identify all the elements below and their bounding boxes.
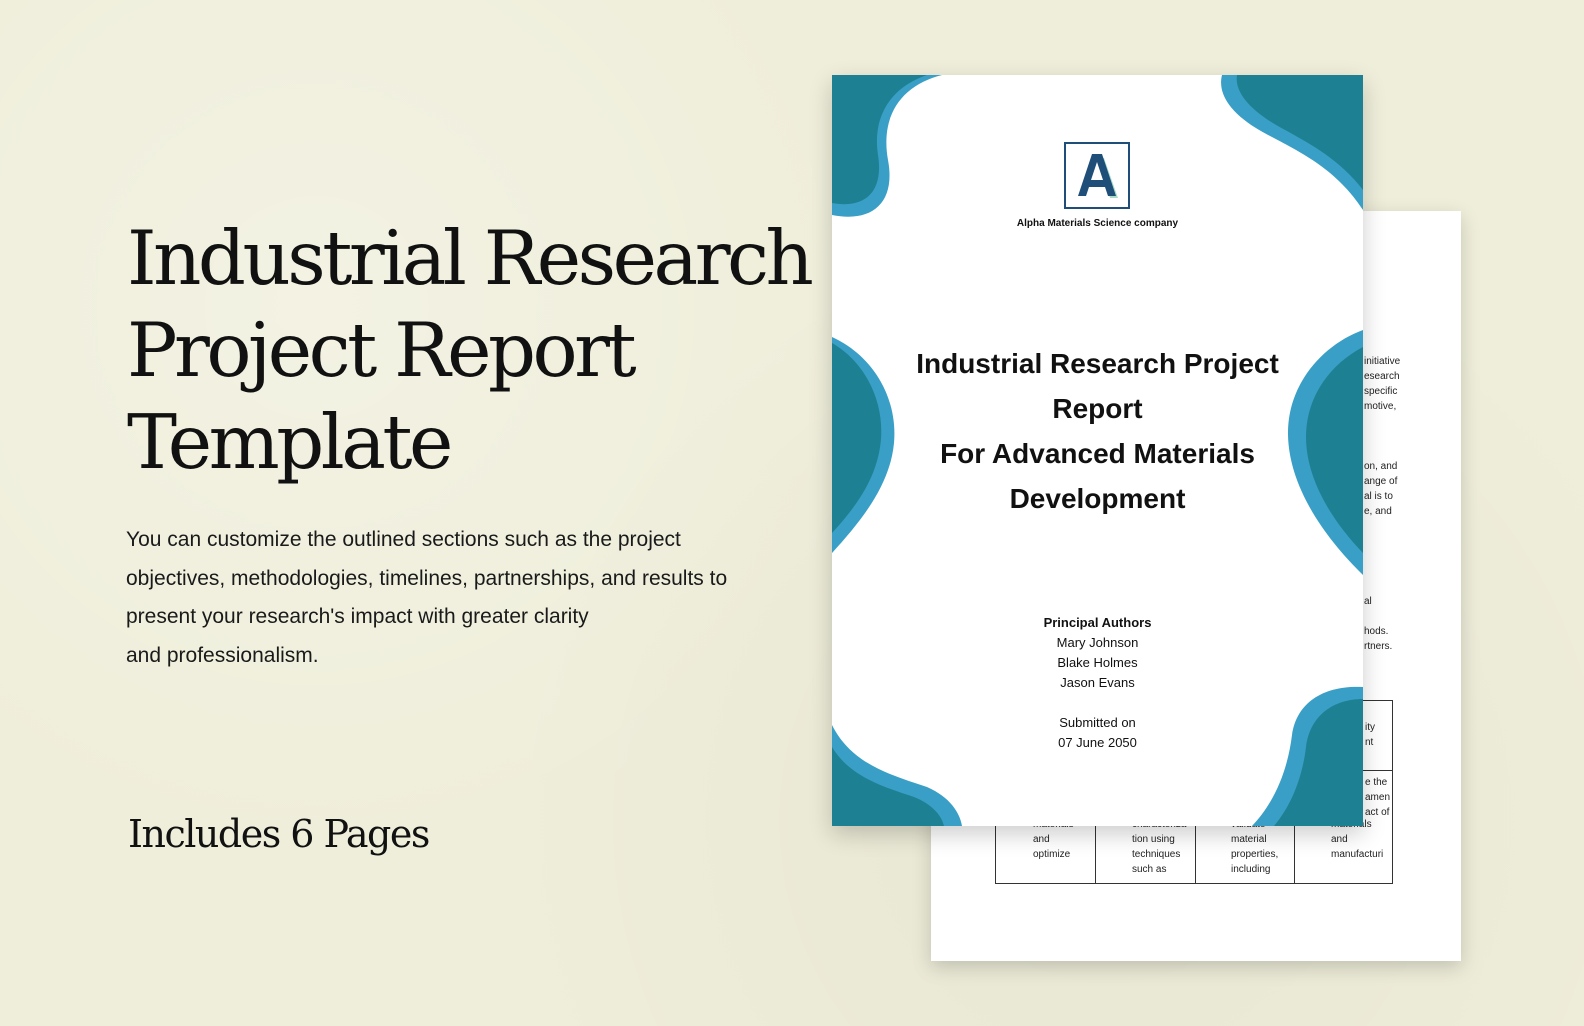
- table-cell-line: properties,: [1231, 849, 1279, 860]
- table-cell-line: optimize: [1033, 849, 1071, 860]
- body-text-fragment: on, and: [1364, 461, 1398, 472]
- cover-title-line: For Advanced Materials: [940, 438, 1255, 469]
- table-cell-line: techniques: [1132, 849, 1181, 860]
- authors-block: Principal Authors Mary Johnson Blake Hol…: [832, 613, 1363, 693]
- table-cell: characteriza tion using techniques such …: [1132, 817, 1186, 877]
- description-line: objectives, methodologies, timelines, pa…: [126, 566, 728, 590]
- logo-a-icon: [1078, 154, 1118, 198]
- table-text-fragment: nt: [1365, 737, 1374, 748]
- author-name: Blake Holmes: [1057, 655, 1138, 670]
- cover-title-line: Development: [1009, 483, 1186, 514]
- pages-count-note: Includes 6 Pages: [128, 812, 430, 856]
- author-name: Jason Evans: [1060, 675, 1135, 690]
- cover-title-line: Industrial Research Project: [916, 348, 1279, 379]
- table-cell-line: and: [1331, 834, 1348, 845]
- company-name: Alpha Materials Science company: [1016, 218, 1179, 229]
- authors-label: Principal Authors: [1043, 615, 1152, 630]
- cover-page-preview: Alpha Materials Science company Industri…: [832, 75, 1363, 826]
- table-cell-line: and: [1033, 834, 1050, 845]
- table-cell-line: including: [1231, 864, 1271, 875]
- body-text-fragment: al: [1364, 596, 1372, 607]
- body-text-fragment: al is to: [1364, 491, 1393, 502]
- headline-line: Template: [127, 398, 453, 486]
- headline-line: Industrial Research: [127, 214, 814, 302]
- headline-line: Project Report: [127, 306, 637, 394]
- table-cell-line: tion using: [1132, 834, 1175, 845]
- body-text-fragment: motive,: [1364, 401, 1397, 412]
- description-line: and professionalism.: [126, 643, 319, 667]
- table-text-fragment: ity: [1365, 722, 1375, 733]
- description-line: present your research's impact with grea…: [126, 605, 589, 628]
- table-text-fragment: amen: [1365, 792, 1391, 803]
- company-logo: [1064, 142, 1130, 209]
- body-text-fragment: esearch: [1364, 371, 1400, 382]
- cover-title: Industrial Research Project Report For A…: [872, 341, 1323, 521]
- body-text-fragment: rtners.: [1364, 641, 1393, 652]
- body-text-fragment: specific: [1364, 386, 1398, 397]
- description: You can customize the outlined sections …: [126, 521, 806, 675]
- table-text-fragment: e the: [1365, 777, 1388, 788]
- submitted-label: Submitted on: [1059, 715, 1136, 730]
- author-name: Mary Johnson: [1056, 635, 1139, 650]
- submission-block: Submitted on 07 June 2050: [832, 713, 1363, 753]
- table-cell-line: such as: [1132, 864, 1167, 875]
- cover-title-line: Report: [1052, 393, 1143, 424]
- table-cell: validate material properties, including: [1231, 817, 1278, 877]
- headline: Industrial Research Project Report Templ…: [127, 212, 814, 488]
- body-text-fragment: ange of: [1364, 476, 1398, 487]
- body-text-fragment: e, and: [1364, 506, 1392, 517]
- description-line: You can customize the outlined sections …: [126, 528, 681, 551]
- table-cell-line: material: [1231, 834, 1267, 845]
- body-text-fragment: hods.: [1364, 626, 1389, 637]
- table-cell-line: manufacturi: [1331, 849, 1384, 860]
- body-text-fragment: initiative: [1364, 356, 1401, 367]
- submitted-date: 07 June 2050: [1058, 735, 1137, 750]
